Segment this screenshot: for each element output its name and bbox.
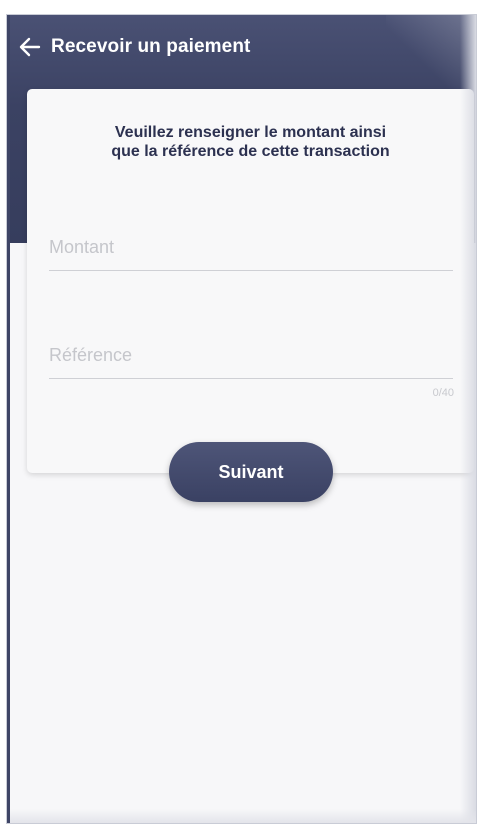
page-title: Recevoir un paiement xyxy=(51,36,251,57)
instructions-line-2: que la référence de cette transaction xyxy=(111,143,390,160)
amount-input[interactable] xyxy=(49,237,453,258)
top-bar: Recevoir un paiement xyxy=(7,29,250,65)
next-button[interactable]: Suivant xyxy=(169,442,333,502)
payment-form-card: Veuillez renseigner le montant ainsi que… xyxy=(27,89,474,473)
instructions-line-1: Veuillez renseigner le montant ainsi xyxy=(114,124,387,141)
frame-left-edge xyxy=(7,15,10,823)
amount-field[interactable] xyxy=(49,211,453,271)
back-arrow-icon[interactable] xyxy=(17,34,43,60)
frame-bevel-bottom xyxy=(7,809,476,823)
instructions-text: Veuillez renseigner le montant ainsi que… xyxy=(27,123,474,161)
reference-char-counter: 0/40 xyxy=(432,387,454,399)
frame-bevel-right xyxy=(460,15,476,823)
app-frame: Recevoir un paiement Veuillez renseigner… xyxy=(6,14,477,824)
reference-input[interactable] xyxy=(49,345,453,366)
reference-field[interactable] xyxy=(49,319,453,379)
